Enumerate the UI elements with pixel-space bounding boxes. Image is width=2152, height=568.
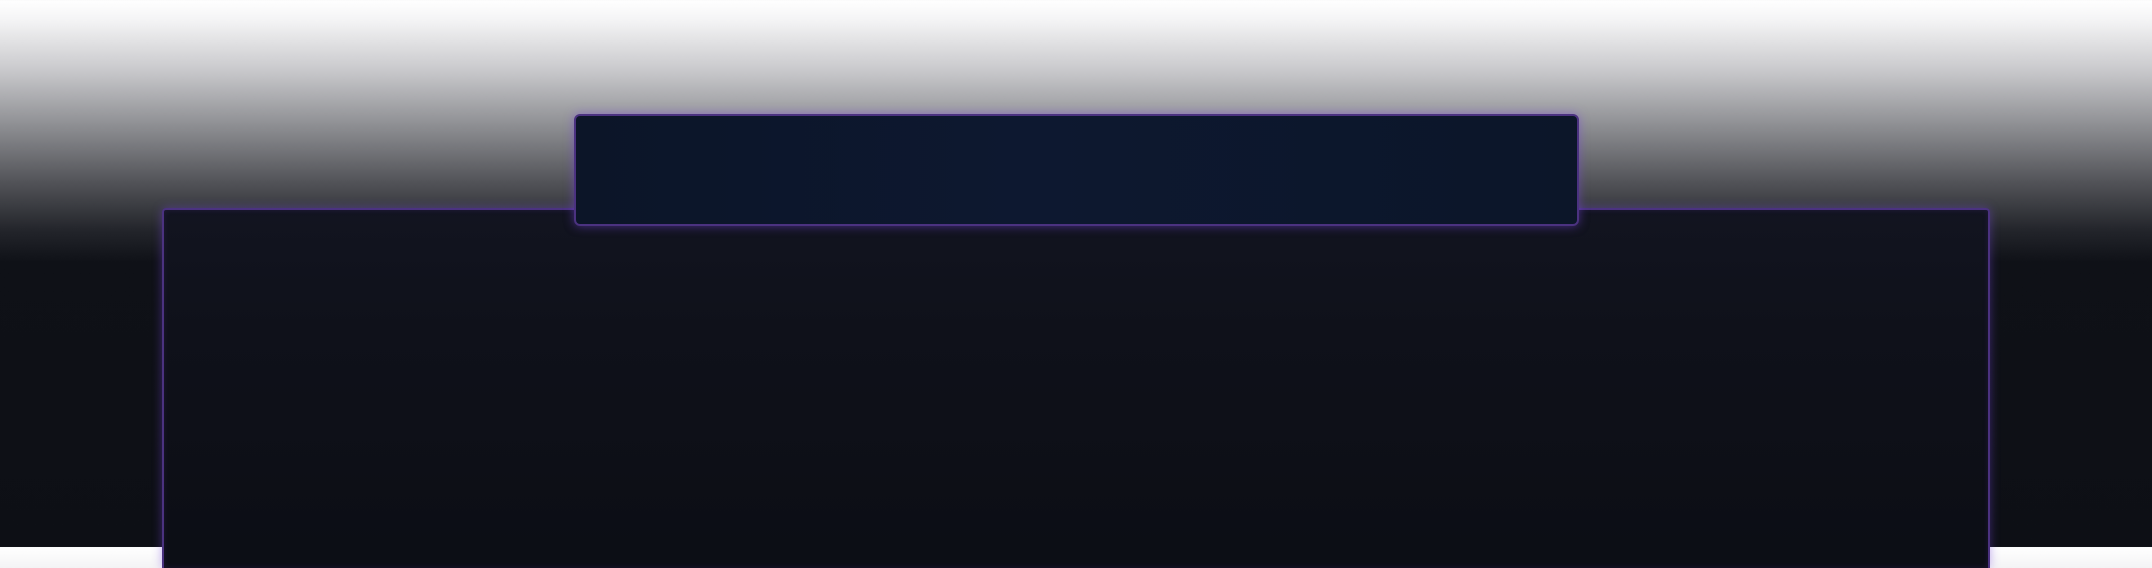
main-content-panel (162, 208, 1990, 568)
header-bar (574, 114, 1579, 226)
